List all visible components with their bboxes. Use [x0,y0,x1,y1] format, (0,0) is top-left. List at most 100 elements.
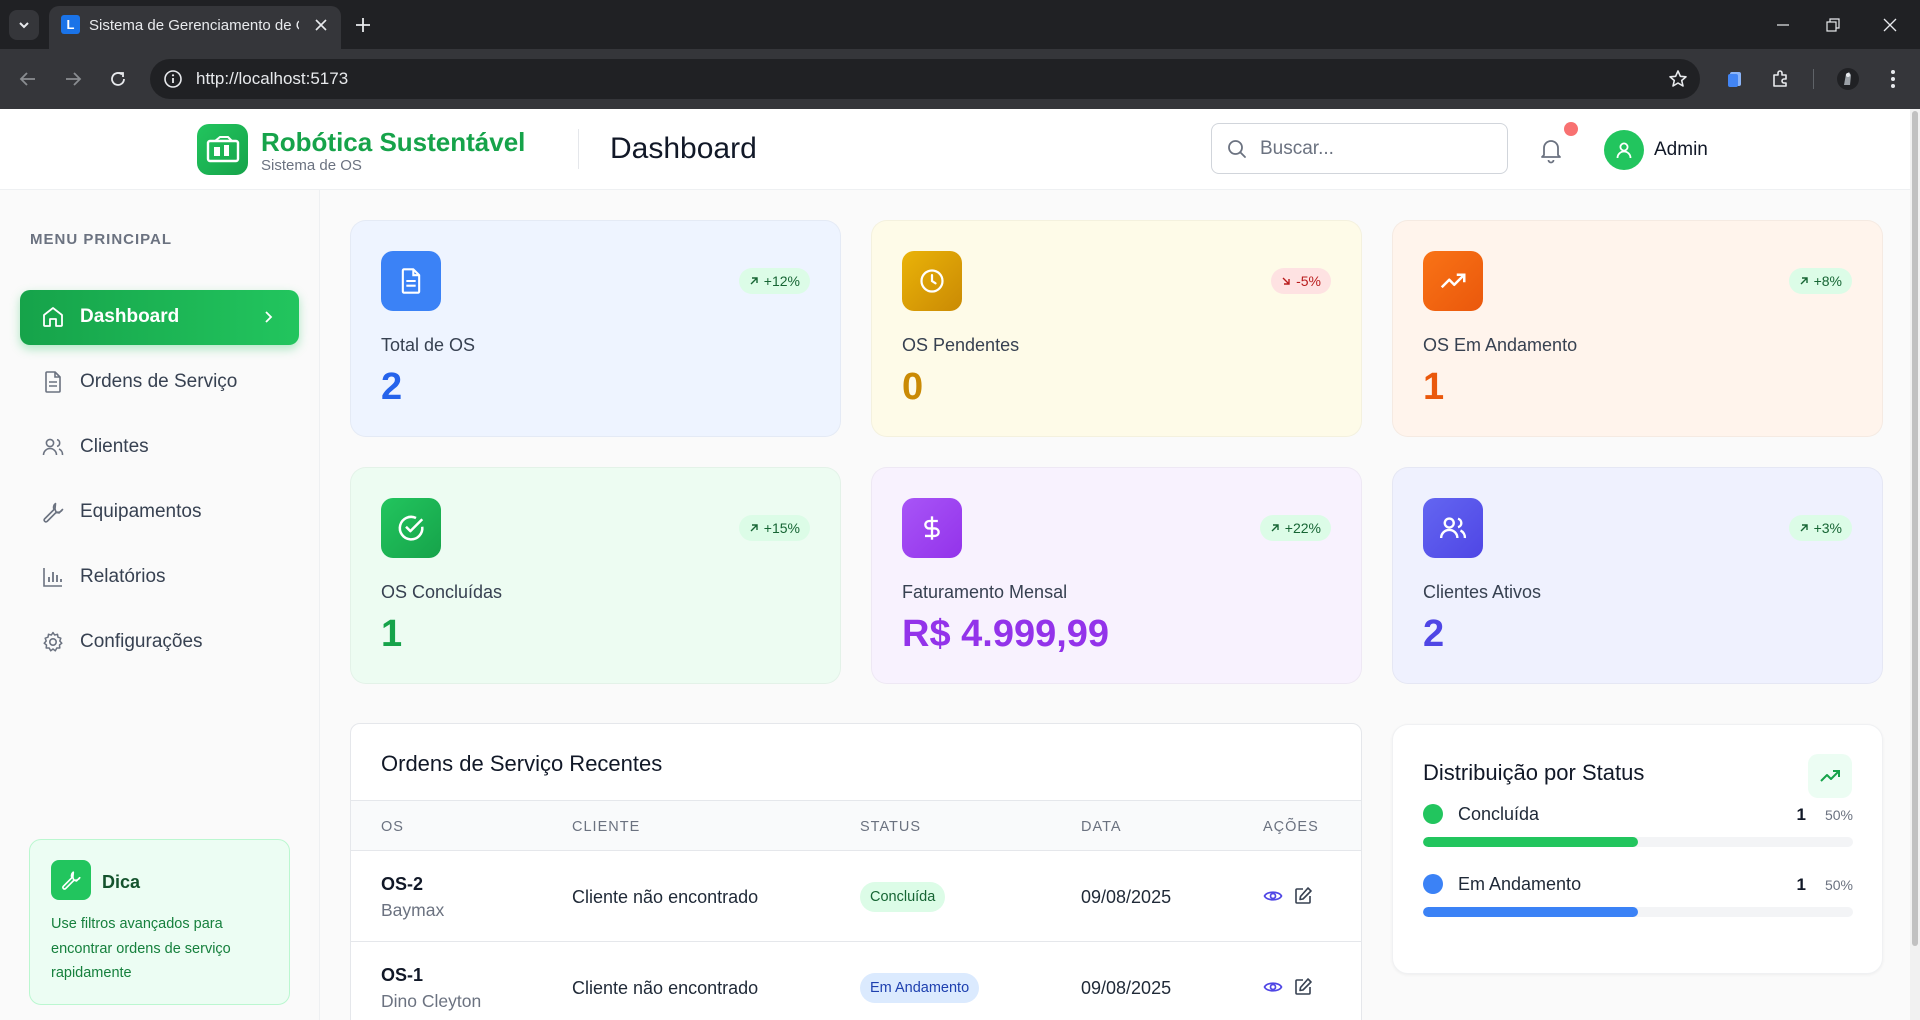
stat-card-pendentes[interactable]: -5% OS Pendentes 0 [871,220,1362,437]
distribution-item: Em Andamento 1 50% [1423,874,1853,924]
app-viewport: Robótica Sustentável Sistema de OS Dashb… [0,109,1920,1020]
trend-badge: +3% [1788,515,1852,541]
order-date: 09/08/2025 [1081,978,1172,998]
status-dot [1423,804,1443,824]
tip-card: Dica Use filtros avançados para encontra… [29,839,290,1005]
sidebar-item-label: Ordens de Serviço [80,371,238,392]
bar-chart-icon [40,564,66,590]
edit-icon[interactable] [1292,885,1314,907]
window-close-button[interactable] [1875,10,1905,40]
scrollbar-thumb[interactable] [1912,111,1918,946]
status-badge: Concluída [860,882,946,912]
sidebar-item-label: Clientes [80,436,149,457]
sidebar-item-configuracoes[interactable]: Configurações [20,615,299,670]
sidebar-item-ordens[interactable]: Ordens de Serviço [20,355,299,410]
address-bar[interactable]: http://localhost:5173 [150,59,1700,99]
close-icon [315,19,327,31]
edit-icon[interactable] [1292,976,1314,998]
url-text: http://localhost:5173 [196,69,349,88]
stat-card-em-andamento[interactable]: +8% OS Em Andamento 1 [1392,220,1883,437]
status-distribution-panel: Distribuição por Status Concluída 1 50% … [1392,724,1883,974]
trending-up-icon[interactable] [1808,754,1852,798]
info-icon[interactable] [162,68,184,90]
table-row[interactable]: OS-1 Dino Cleyton Cliente não encontrado… [351,942,1361,1020]
minimize-icon [1777,24,1789,26]
progress-fill [1423,837,1638,847]
sidebar-item-equipamentos[interactable]: Equipamentos [20,485,299,540]
search-icon [1228,140,1246,158]
profile-avatar-icon[interactable] [1834,65,1862,93]
user-name[interactable]: Admin [1654,139,1708,161]
more-menu-icon[interactable] [1879,65,1907,93]
order-id: OS-2 [381,874,424,894]
extensions-puzzle-icon[interactable] [1766,65,1794,93]
minimize-button[interactable] [1768,10,1798,40]
reload-icon [111,72,125,86]
header-divider [578,129,579,169]
distribution-title: Distribuição por Status [1423,760,1645,785]
tab-title: Sistema de Gerenciamento de O [89,17,299,34]
table-row[interactable]: OS-2 Baymax Cliente não encontrado Concl… [351,851,1361,942]
tip-text: Use filtros avançados para encontrar ord… [51,916,231,981]
eye-icon[interactable] [1262,976,1284,998]
tab-search-button[interactable] [9,10,39,40]
chevron-right-icon [265,311,273,323]
distribution-item: Concluída 1 50% [1423,804,1853,854]
reload-button[interactable] [103,64,133,94]
progress-track [1423,907,1853,917]
stat-label: Faturamento Mensal [902,582,1068,602]
trend-badge: -5% [1271,268,1331,294]
browser-tab-bar: L Sistema de Gerenciamento de O [0,0,1920,49]
stat-card-total-os[interactable]: +12% Total de OS 2 [350,220,841,437]
brand-name: Robótica Sustentável [261,127,526,157]
forward-button[interactable] [58,64,88,94]
notification-dot [1564,122,1578,136]
trend-value: +3% [1813,520,1842,536]
order-id: OS-1 [381,965,424,985]
sidebar-item-label: Dashboard [80,306,180,327]
order-client: Cliente não encontrado [572,887,759,907]
eye-icon[interactable] [1262,885,1284,907]
page-scrollbar[interactable] [1910,109,1920,1020]
clock-icon [902,251,962,311]
restore-button[interactable] [1818,10,1848,40]
stat-value: R$ 4.999,99 [902,613,1110,655]
stat-card-concluidas[interactable]: +15% OS Concluídas 1 [350,467,841,684]
column-header-data: DATA [1081,819,1122,835]
document-icon [381,251,441,311]
back-button[interactable] [13,64,43,94]
sidebar-item-dashboard[interactable]: Dashboard [20,290,299,345]
trend-value: +8% [1813,273,1842,289]
search-input[interactable] [1260,135,1490,163]
tab-close-button[interactable] [311,15,331,35]
bookmark-star-icon[interactable] [1666,67,1690,91]
sidebar-item-relatorios[interactable]: Relatórios [20,550,299,605]
arrow-left-icon [19,72,35,86]
logo-icon[interactable] [197,124,248,175]
stat-label: OS Em Andamento [1423,335,1578,355]
notification-bell-icon[interactable] [1537,136,1565,164]
stat-card-clientes[interactable]: +3% Clientes Ativos 2 [1392,467,1883,684]
brand-subtitle: Sistema de OS [261,157,362,174]
recent-orders-panel: Ordens de Serviço Recentes OS CLIENTE ST… [350,723,1362,1020]
browser-tab[interactable]: L Sistema de Gerenciamento de O [49,6,341,49]
search-box[interactable] [1211,123,1508,174]
wrench-icon [51,860,91,900]
sidebar-item-clientes[interactable]: Clientes [20,420,299,475]
distribution-label: Em Andamento [1458,874,1582,894]
browser-toolbar: http://localhost:5173 [0,49,1920,109]
stat-value: 1 [381,613,403,655]
page-title: Dashboard [610,132,757,165]
toolbar-separator [1813,69,1814,89]
extension-icon[interactable] [1721,65,1749,93]
sidebar-item-label: Equipamentos [80,501,202,522]
stat-card-faturamento[interactable]: +22% Faturamento Mensal R$ 4.999,99 [871,467,1362,684]
favicon-icon: L [61,15,80,34]
trend-badge: +12% [738,268,810,294]
progress-track [1423,837,1853,847]
stat-value: 2 [381,366,403,408]
new-tab-button[interactable] [350,12,376,38]
avatar[interactable] [1604,130,1644,170]
arrow-up-right-icon [750,277,758,285]
order-equipment: Baymax [381,900,445,920]
